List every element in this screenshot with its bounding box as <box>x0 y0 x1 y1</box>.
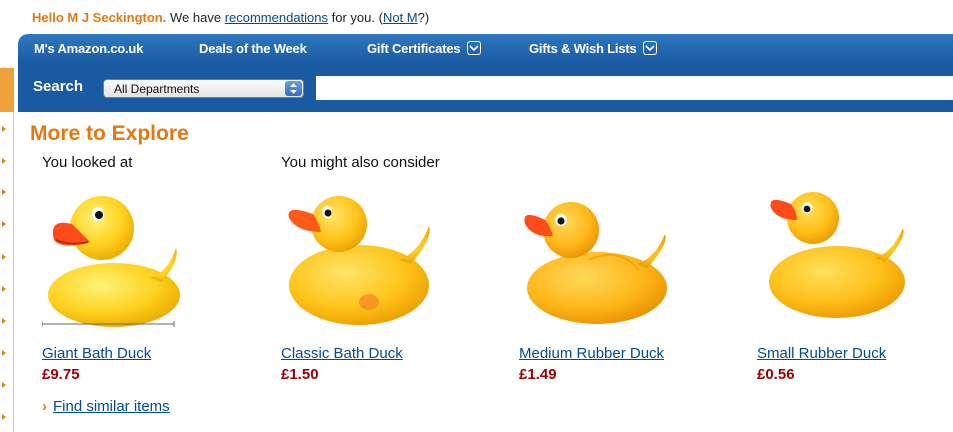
search-label: Search <box>33 78 84 95</box>
classic-bath-duck-image[interactable] <box>281 190 441 330</box>
product-card: Medium Rubber Duck £1.49 <box>519 190 739 390</box>
find-similar-link[interactable]: Find similar items <box>53 398 170 415</box>
greeting-suffix-end: ?) <box>417 10 430 25</box>
sidebar-arrow-icon[interactable] <box>2 382 6 388</box>
nav-item-gift-certificates[interactable]: Gift Certificates <box>367 41 481 56</box>
product-name-link[interactable]: Classic Bath Duck <box>281 345 403 362</box>
sidebar-arrow-icon[interactable] <box>2 286 6 292</box>
greeting-suffix: for you. ( <box>331 10 383 25</box>
product-price: £9.75 <box>42 366 80 383</box>
user-greeting-name: Hello M J Seckington. <box>32 10 167 25</box>
small-rubber-duck-image[interactable] <box>757 190 917 330</box>
sidebar-arrow-icon[interactable] <box>2 350 6 356</box>
top-navigation: M's Amazon.co.uk Deals of the Week Gift … <box>18 34 953 64</box>
chevron-down-icon <box>466 41 481 55</box>
department-select[interactable]: All Departments <box>103 79 304 98</box>
recommendations-link[interactable]: recommendations <box>225 10 328 25</box>
not-me-link[interactable]: Not M <box>383 10 418 25</box>
search-input[interactable] <box>316 76 953 100</box>
sidebar-arrow-icon[interactable] <box>2 414 6 420</box>
select-arrows-icon <box>285 81 302 96</box>
left-sidebar <box>0 68 14 432</box>
sidebar-arrow-icon[interactable] <box>2 189 6 195</box>
department-selected-value: All Departments <box>114 82 200 96</box>
product-price: £0.56 <box>757 366 795 383</box>
nav-item-label: Gifts & Wish Lists <box>529 41 637 56</box>
product-name-link[interactable]: Small Rubber Duck <box>757 345 886 362</box>
chevron-down-icon <box>642 41 657 55</box>
sidebar-divider <box>13 112 14 432</box>
sidebar-tab[interactable] <box>0 68 14 112</box>
sidebar-arrow-icon[interactable] <box>2 318 6 324</box>
nav-item-my-amazon[interactable]: M's Amazon.co.uk <box>34 41 143 56</box>
nav-item-label: M's Amazon.co.uk <box>34 41 144 56</box>
greeting-bar: Hello M J Seckington. We have recommenda… <box>32 10 429 25</box>
product-name-link[interactable]: Giant Bath Duck <box>42 345 151 362</box>
section-title: More to Explore <box>30 122 189 145</box>
sidebar-arrow-icon[interactable] <box>2 254 6 260</box>
greeting-prefix: We have <box>169 10 222 25</box>
product-name-link[interactable]: Medium Rubber Duck <box>519 345 664 362</box>
product-price: £1.50 <box>281 366 319 383</box>
medium-rubber-duck-image[interactable] <box>519 190 679 330</box>
looked-at-label: You looked at <box>42 154 133 171</box>
nav-item-deals[interactable]: Deals of the Week <box>199 41 307 56</box>
search-bar: Search All Departments <box>18 64 953 112</box>
product-price: £1.49 <box>519 366 557 383</box>
giant-bath-duck-image[interactable] <box>42 190 182 330</box>
nav-item-gifts-wish-lists[interactable]: Gifts & Wish Lists <box>529 41 657 56</box>
nav-item-label: Deals of the Week <box>199 41 307 56</box>
product-card: Small Rubber Duck £0.56 <box>757 190 947 390</box>
also-consider-label: You might also consider <box>281 154 440 171</box>
product-card: Classic Bath Duck £1.50 <box>281 190 501 390</box>
sidebar-arrow-icon[interactable] <box>2 126 6 132</box>
sidebar-arrow-icon[interactable] <box>2 221 6 227</box>
sidebar-arrow-icon[interactable] <box>2 158 6 164</box>
nav-item-label: Gift Certificates <box>367 41 461 56</box>
chevron-right-icon: › <box>42 398 47 415</box>
product-card: Giant Bath Duck £9.75 <box>42 190 242 390</box>
find-similar-row: › Find similar items <box>42 398 170 415</box>
